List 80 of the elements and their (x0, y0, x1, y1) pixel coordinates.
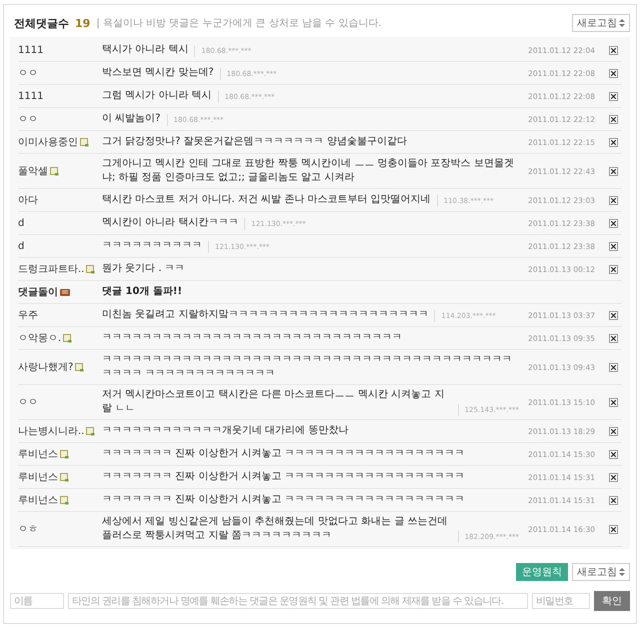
delete-button[interactable] (609, 264, 618, 274)
comment-text: 그럼 멕시가 아니라 텍시 (102, 89, 212, 103)
comment-text: ㅋㅋㅋㅋㅋㅋㅋㅋㅋㅋㅋㅋㅋㅋㅋㅋㅋㅋㅋㅋㅋㅋㅋㅋㅋㅋㅋㅋㅋㅋ (102, 331, 402, 345)
delete-button[interactable] (609, 242, 618, 250)
comment-text: 그거 닭강정맛나? 잘못온거같은뎀ㅋㅋㅋㅋㅋㅋㅋ 양념숯불구이같다 (102, 135, 407, 149)
comment-author: ㅇㅇ (18, 67, 38, 80)
delete-button[interactable] (609, 196, 618, 204)
comment-count: 19 (75, 16, 90, 30)
comment-author: d (18, 240, 24, 252)
memo-icon (60, 450, 69, 458)
delete-button[interactable] (609, 472, 618, 482)
comment-author: 풀악셀 (18, 165, 48, 178)
memo-icon (86, 426, 96, 436)
comment-author: 1111 (18, 90, 44, 102)
comment-text: ㅋㅋㅋㅋㅋㅋㅋㅋㅋㅋㅋㅋ개웃기네 대가리에 똥만찼나 (102, 424, 348, 438)
memo-icon (60, 472, 69, 482)
comment-text: 뭔가 웃기다 . ㅋㅋ (102, 262, 185, 276)
refresh-button[interactable]: 새로고침 (572, 563, 630, 581)
comment-author: 나는병시니라.. (18, 425, 84, 438)
comment-author: 루비넌스 (18, 448, 58, 461)
submit-button[interactable]: 확인 (594, 591, 630, 611)
delete-button[interactable] (609, 138, 618, 146)
comment-text: ㅋㅋㅋㅋㅋㅋㅋ 진짜 이상한거 시켜놓고 ㅋㅋㅋㅋㅋㅋㅋㅋㅋㅋㅋㅋㅋㅋㅋㅋㅋㅋ (102, 447, 465, 461)
refresh-icon (619, 568, 625, 576)
memo-icon (80, 138, 89, 146)
memo-icon (50, 166, 59, 176)
comment-text: 미친놈 웃길려고 지랄하지맠ㅋㅋㅋㅋㅋㅋㅋㅋㅋㅋㅋㅋㅋㅋㅋㅋㅋㅋㅋㅋ (102, 308, 428, 322)
comment-author: 우주 (18, 309, 38, 322)
comment-text: 이 씨발놈이? (102, 112, 160, 126)
comment-author: 아다 (18, 194, 38, 207)
delete-button[interactable] (609, 524, 618, 534)
comment-author: 루비넌스 (18, 471, 58, 484)
comment-author: 이미사용중인 (18, 136, 78, 149)
comment-author: ㅇㅇ (18, 113, 38, 126)
comment-text: 그게아니고 멕시칸 인테 그대로 표방한 짝퉁 멕시칸이네 ㅡㅡ 멍충이들아 포장박스 보면몰겟냐; 하필 정품 인증마크도 없고;; 글올리놈도 알고 시켜라 (102, 157, 515, 185)
memo-icon (86, 264, 96, 274)
delete-button[interactable] (609, 114, 618, 124)
comment-text: 세상에서 제일 빙신같은게 남들이 추천해줬는데 맛없다고 화내는 글 쓰는건데 플러스로 짝퉁시켜먹고 지랄 쫌ㅋㅋㅋㅋㅋㅋㅋㅋㅋ (102, 515, 448, 543)
delete-button[interactable] (609, 166, 618, 176)
refresh-button[interactable]: 새로고침 (572, 14, 630, 32)
comment-author: 댓글돌이 (18, 286, 58, 299)
refresh-icon (619, 19, 625, 27)
comment-text: ㅋㅋㅋㅋㅋㅋㅋㅋㅋㅋ (102, 239, 202, 253)
memo-icon (60, 496, 69, 504)
comment-text: ㅋㅋㅋㅋㅋㅋㅋ 진짜 이상한거 시켜놓고 ㅋㅋㅋㅋㅋㅋㅋㅋㅋㅋㅋㅋㅋㅋㅋㅋㅋㅋ (102, 493, 465, 507)
delete-button[interactable] (609, 218, 618, 228)
password-input[interactable]: 비밀번호 (532, 593, 590, 609)
comment-text: 택시가 아니라 텍시 (102, 43, 188, 57)
comment-text: 멕시칸이 아니라 택시칸ㅋㅋㅋ (102, 216, 238, 230)
comment-author: ㅇㅎ (18, 523, 38, 536)
comment-text: 댓글 10개 돌파!! (102, 285, 182, 299)
name-input[interactable]: 이름 (10, 593, 64, 609)
notice-text: | 욕설이나 비방 댓글은 누군가에게 큰 상처로 남을 수 있습니다. (96, 17, 382, 30)
comment-count-label: 전체댓글수 (14, 16, 69, 30)
comment-author: ㅇ악몽ㅇ. (18, 332, 62, 345)
delete-button[interactable] (609, 496, 618, 504)
comment-author: 1111 (18, 44, 44, 56)
delete-button[interactable] (609, 334, 618, 342)
comment-author: ㅇㅇ (18, 396, 38, 409)
comment-author: 사랑나했게? (18, 361, 74, 374)
comment-author: 루비넌스 (18, 494, 58, 507)
delete-button[interactable] (609, 46, 618, 54)
delete-button[interactable] (609, 398, 618, 406)
comment-text: 저거 멕시칸마스코트이고 택시칸은 다른 마스코트다ㅡㅡ 멕시칸 시켜놓고 지랄 ㄴㄴ (102, 388, 446, 416)
delete-button[interactable] (609, 310, 618, 320)
comment-text: 택시칸 마스코트 저거 아니다. 저건 씨발 존나 마스코트부터 입맛떨어지네 (102, 193, 431, 207)
memo-icon (75, 362, 84, 372)
delete-button[interactable] (609, 450, 618, 458)
comment-input[interactable]: 타인의 권리를 침해하거나 명예를 훼손하는 댓글은 운영원칙 및 관련 법률에 의해 제재를 받을 수 있습니다. (68, 593, 528, 609)
comment-author: 드렁크파트타.. (18, 263, 84, 276)
comment-text: ㅋㅋㅋㅋㅋㅋㅋㅋㅋㅋㅋㅋㅋㅋㅋㅋㅋㅋㅋㅋㅋㅋㅋㅋㅋㅋㅋㅋㅋㅋㅋㅋㅋㅋㅋㅋㅋㅋㅋㅋㅋㅋㅋㅋㅋ ㅋㅋㅋㅋㅋㅋㅋㅋㅋㅋㅋㅋㅋ (102, 353, 513, 381)
comment-text: ㅋㅋㅋㅋㅋㅋㅋ 진짜 이상한거 시켜놓고 ㅋㅋㅋㅋㅋㅋㅋㅋㅋㅋㅋㅋㅋㅋㅋㅋㅋㅋ (102, 470, 465, 484)
memo-icon (63, 334, 72, 342)
delete-button[interactable] (609, 362, 618, 372)
comment-text: 박스보면 멕시칸 맞는데? (102, 66, 214, 80)
book-icon (60, 288, 70, 296)
delete-button[interactable] (609, 92, 618, 100)
delete-button[interactable] (609, 68, 618, 78)
delete-button[interactable] (609, 426, 618, 436)
comment-author: d (18, 218, 24, 228)
